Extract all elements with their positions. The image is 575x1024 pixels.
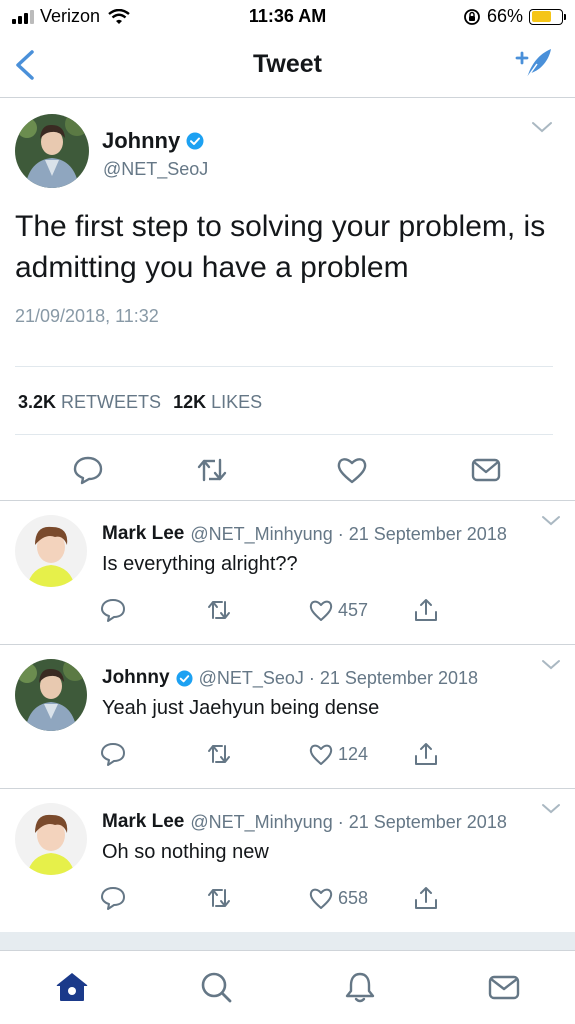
reply-handle[interactable]: @NET_SeoJ — [199, 668, 304, 689]
retweets-stat[interactable]: 3.2K RETWEETS — [18, 392, 161, 413]
divider — [15, 366, 553, 367]
reply-date: 21 September 2018 — [319, 667, 478, 688]
reply-header: Mark Lee @NET_Minhyung · 21 September 20… — [102, 523, 507, 545]
battery-percent: 66% — [486, 6, 523, 26]
share-icon[interactable] — [413, 885, 439, 911]
separator-dot: · — [303, 667, 320, 688]
tweet-timestamp: 21/09/2018, 11:32 — [15, 306, 159, 326]
tab-bar — [0, 950, 575, 1024]
divider — [15, 434, 553, 435]
avatar[interactable] — [15, 803, 87, 875]
like-icon[interactable] — [308, 741, 334, 767]
messages-icon[interactable] — [486, 969, 522, 1005]
chevron-down-icon[interactable] — [541, 515, 561, 527]
feed-end-band — [0, 932, 575, 950]
likes-stat[interactable]: 12K LIKES — [173, 392, 262, 413]
retweets-label: RETWEETS — [61, 392, 162, 412]
verified-badge-icon — [176, 669, 193, 687]
author-handle[interactable]: @NET_SeoJ — [103, 159, 208, 180]
reply-icon[interactable] — [100, 597, 126, 623]
nav-bar: Tweet — [0, 34, 575, 98]
author-name[interactable]: Johnny — [102, 128, 204, 154]
verified-badge-icon — [186, 132, 204, 150]
chevron-down-icon[interactable] — [531, 120, 553, 134]
reply-header: Mark Lee @NET_Minhyung · 21 September 20… — [102, 811, 507, 833]
like-icon[interactable] — [336, 454, 368, 486]
reply-tweet[interactable]: Johnny @NET_SeoJ · 21 September 2018 Yea… — [0, 645, 575, 789]
reply-handle[interactable]: @NET_Minhyung — [190, 524, 332, 545]
avatar[interactable] — [15, 515, 87, 587]
avatar[interactable] — [15, 659, 87, 731]
reply-header: Johnny @NET_SeoJ · 21 September 2018 — [102, 667, 478, 689]
retweet-icon[interactable] — [206, 741, 232, 767]
reply-text: Yeah just Jaehyun being dense — [102, 697, 380, 719]
battery-icon — [529, 8, 566, 25]
reply-date: 21 September 2018 — [348, 811, 507, 832]
notifications-icon[interactable] — [342, 969, 378, 1005]
main-tweet: Johnny @NET_SeoJ The first step to solvi… — [0, 98, 575, 500]
chevron-down-icon[interactable] — [541, 659, 561, 671]
like-count: 457 — [338, 600, 369, 620]
tweet-actions — [0, 450, 575, 490]
share-icon[interactable] — [413, 597, 439, 623]
retweets-count: 3.2K — [18, 392, 57, 412]
reply-text: Is everything alright?? — [102, 553, 298, 575]
reply-date: 21 September 2018 — [348, 523, 507, 544]
retweet-icon[interactable] — [206, 597, 232, 623]
home-icon[interactable] — [54, 969, 90, 1005]
reply-icon[interactable] — [100, 885, 126, 911]
tweet-stats: 3.2K RETWEETS 12K LIKES — [18, 392, 262, 413]
likes-count: 12K — [173, 392, 207, 412]
reply-tweet[interactable]: Mark Lee @NET_Minhyung · 21 September 20… — [0, 501, 575, 645]
like-count: 124 — [338, 744, 369, 764]
page-title: Tweet — [253, 50, 322, 78]
message-icon[interactable] — [470, 454, 502, 486]
reply-author-name[interactable]: Johnny — [102, 667, 170, 689]
status-right: 66% — [463, 6, 566, 27]
like-icon[interactable] — [308, 885, 334, 911]
tweet-text: The first step to solving your problem, … — [15, 210, 546, 284]
search-icon[interactable] — [198, 969, 234, 1005]
separator-dot: · — [332, 523, 349, 544]
reply-icon[interactable] — [100, 741, 126, 767]
share-icon[interactable] — [413, 741, 439, 767]
like-count: 658 — [338, 888, 369, 908]
separator-dot: · — [332, 811, 349, 832]
reply-text: Oh so nothing new — [102, 841, 269, 863]
status-bar: Verizon 11:36 AM 66% — [0, 0, 575, 34]
reply-author-name[interactable]: Mark Lee — [102, 811, 184, 833]
retweet-icon[interactable] — [196, 454, 228, 486]
reply-icon[interactable] — [72, 454, 104, 486]
likes-label: LIKES — [211, 392, 263, 412]
chevron-down-icon[interactable] — [541, 803, 561, 815]
reply-actions: 124 — [0, 741, 575, 771]
reply-author-name[interactable]: Mark Lee — [102, 523, 184, 545]
reply-actions: 457 — [0, 597, 575, 627]
reply-actions: 658 — [0, 885, 575, 915]
reply-tweet[interactable]: Mark Lee @NET_Minhyung · 21 September 20… — [0, 789, 575, 933]
compose-icon[interactable] — [513, 46, 553, 82]
author-name-label: Johnny — [102, 128, 181, 153]
avatar[interactable] — [15, 114, 89, 188]
orientation-lock-icon — [464, 8, 480, 25]
retweet-icon[interactable] — [206, 885, 232, 911]
reply-handle[interactable]: @NET_Minhyung — [190, 812, 332, 833]
like-icon[interactable] — [308, 597, 334, 623]
